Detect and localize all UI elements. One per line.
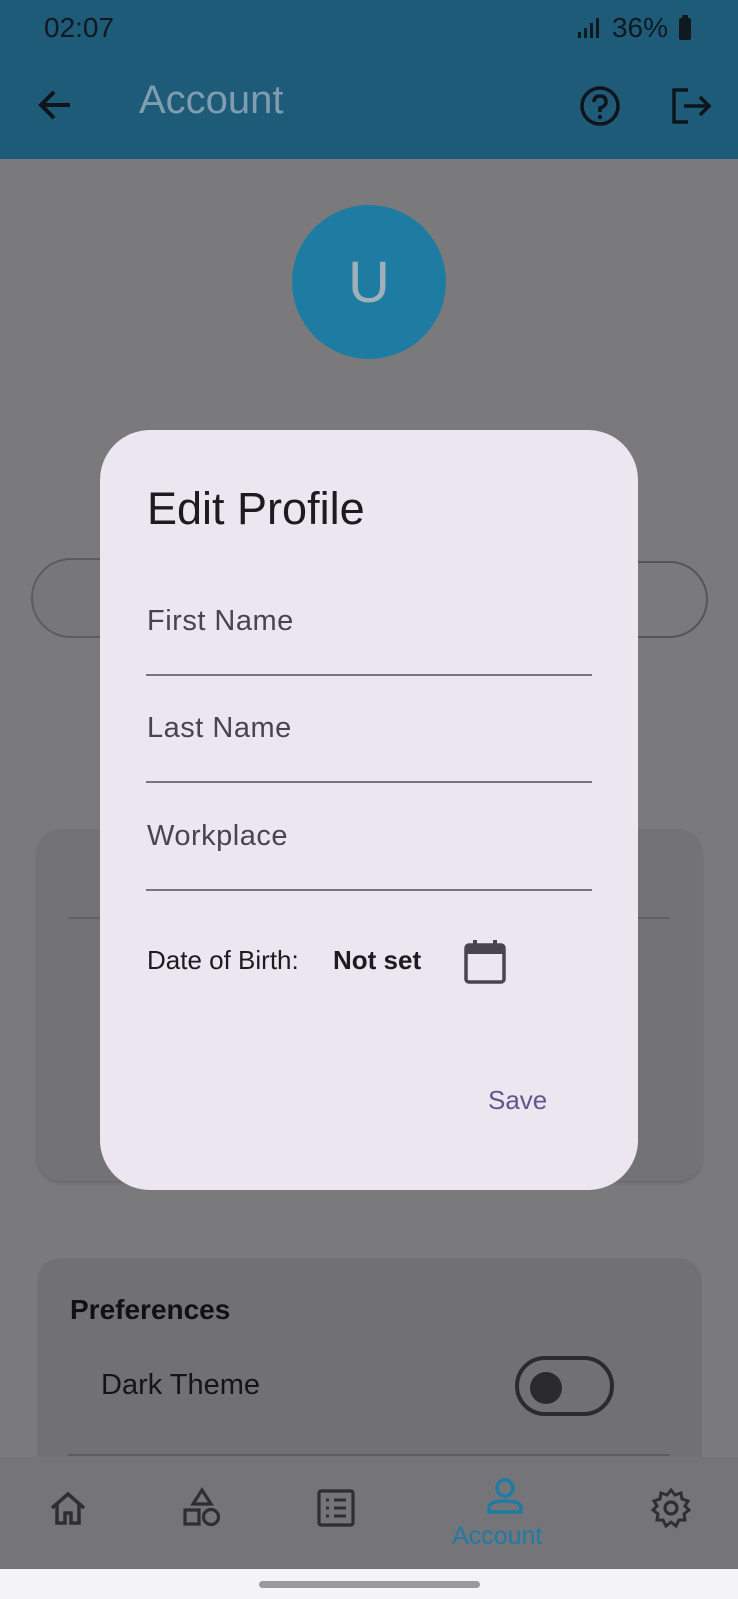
dob-label: Date of Birth: (147, 945, 299, 975)
calendar-icon[interactable] (462, 938, 508, 986)
list-icon[interactable] (314, 1486, 358, 1530)
settings-icon[interactable] (649, 1486, 693, 1530)
workplace-underline (146, 889, 592, 891)
workplace-field[interactable]: Workplace (147, 820, 288, 853)
nav-label-account[interactable]: Account (452, 1522, 542, 1551)
battery-icon (679, 15, 691, 40)
avatar-initial: U (348, 249, 390, 315)
toggle-knob (530, 1372, 562, 1404)
dialog-title: Edit Profile (147, 483, 365, 534)
status-time: 02:07 (44, 12, 115, 43)
app-bar (0, 58, 738, 159)
first-name-field[interactable]: First Name (147, 605, 294, 638)
dob-value: Not set (333, 945, 422, 975)
edit-profile-dialog (100, 430, 638, 1190)
page-title: Account (139, 78, 284, 122)
last-name-field[interactable]: Last Name (147, 712, 292, 745)
logout-icon[interactable] (670, 86, 712, 126)
divider (68, 1454, 670, 1456)
status-indicators: 36% (576, 12, 692, 44)
shapes-icon[interactable] (180, 1486, 224, 1530)
preferences-title: Preferences (70, 1294, 231, 1325)
signal-icon (577, 18, 599, 38)
first-name-underline (146, 674, 592, 676)
account-icon[interactable] (483, 1474, 527, 1518)
last-name-underline (146, 781, 592, 783)
bottom-navigation (0, 1457, 738, 1569)
battery-percent: 36% (611, 12, 668, 43)
gesture-handle[interactable] (259, 1581, 480, 1588)
back-arrow-icon[interactable] (36, 86, 74, 124)
dark-theme-label: Dark Theme (101, 1369, 261, 1401)
home-icon[interactable] (46, 1486, 90, 1530)
avatar[interactable]: U (292, 205, 446, 359)
help-icon[interactable] (579, 85, 621, 127)
save-button[interactable]: Save (488, 1078, 568, 1122)
